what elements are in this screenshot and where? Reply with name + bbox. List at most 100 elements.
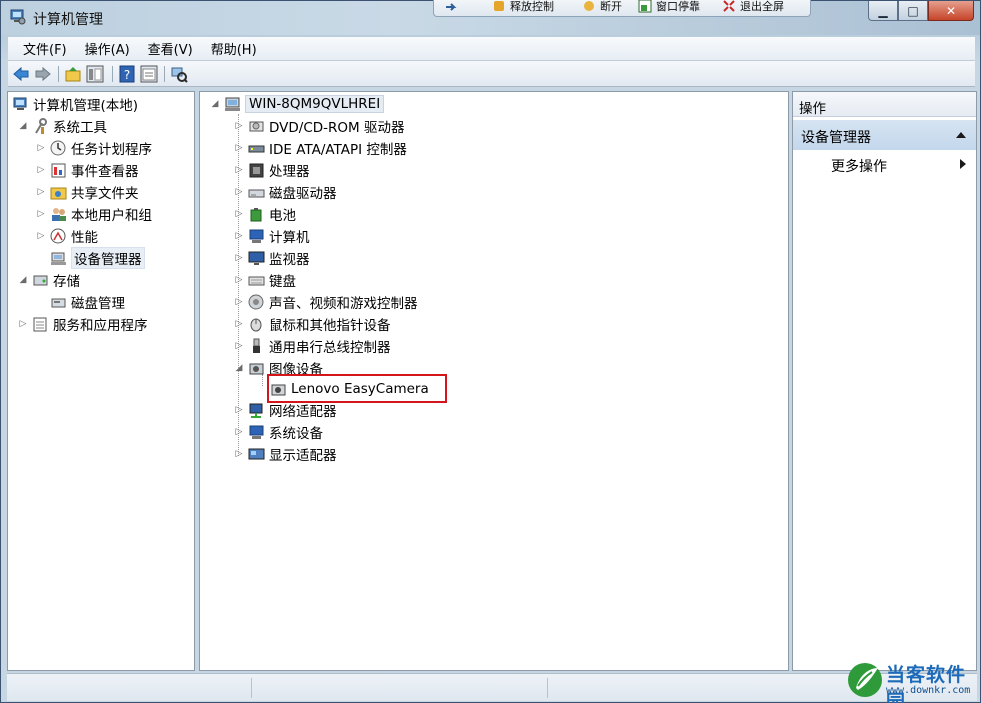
expand-arrow-icon[interactable]: ▷ [234,165,244,175]
forward-icon[interactable] [34,65,52,83]
title-bar[interactable]: 计算机管理 释放控制 断开 窗口停靠 退出全屏 ▁ □ ✕ [1,0,980,35]
close-button[interactable]: ✕ [928,1,974,21]
keyboard-icon [248,276,265,285]
collapse-arrow-icon[interactable]: ◢ [18,121,28,131]
disk-drive-icon [248,189,265,197]
usb-icon [253,338,260,353]
site-watermark: 当客软件园 www.downkr.com [846,658,981,703]
device-category-label: 声音、视频和游戏控制器 [269,296,418,312]
help-icon[interactable]: ? [118,65,136,83]
disconnect-button[interactable]: 断开 [582,0,622,14]
expand-arrow-icon[interactable]: ▷ [234,405,244,415]
tree-item-task-scheduler[interactable]: ▷ 任务计划程序 [36,138,152,158]
collapse-arrow-icon[interactable]: ◢ [18,275,28,285]
menu-file[interactable]: 文件(F) [14,39,76,58]
monitor-icon [248,251,265,265]
computer-management-window: 计算机管理 释放控制 断开 窗口停靠 退出全屏 ▁ □ ✕ 文件(F) 操作(A… [0,0,981,703]
more-actions-link[interactable]: 更多操作 [831,156,887,176]
watermark-url: www.downkr.com [886,685,971,696]
up-folder-icon[interactable] [64,65,82,83]
collapse-arrow-icon[interactable]: ◢ [210,99,220,109]
disk-management-icon [51,298,66,307]
system-tools-icon [35,117,47,134]
tree-root-computer-management[interactable]: 计算机管理(本地) [12,94,138,114]
device-tree-root[interactable]: ◢ WIN-8QM9QVLHREI [210,94,385,114]
device-category-dvd[interactable]: ▷ DVD/CD-ROM 驱动器 [234,116,405,136]
services-icon [33,317,47,331]
expand-arrow-icon[interactable]: ▷ [18,319,28,329]
minimize-button[interactable]: ▁ [868,1,898,21]
expand-arrow-icon[interactable]: ▷ [234,187,244,197]
expand-arrow-icon[interactable]: ▷ [234,275,244,285]
properties-icon[interactable] [140,65,158,83]
window-title: 计算机管理 [33,12,103,28]
expand-arrow-icon[interactable]: ▷ [234,253,244,263]
expand-arrow-icon[interactable]: ▷ [234,341,244,351]
expand-arrow-icon[interactable]: ▷ [234,209,244,219]
expand-arrow-icon[interactable]: ▷ [36,143,46,153]
device-category-battery[interactable]: ▷ 电池 [234,204,296,224]
release-control-button[interactable]: 释放控制 [492,0,554,14]
tree-item-performance[interactable]: ▷ 性能 [36,226,98,246]
collapse-arrow-icon[interactable]: ◢ [234,363,244,373]
pin-icon[interactable] [444,0,458,14]
tree-item-services-apps[interactable]: ▷ 服务和应用程序 [18,314,148,334]
maximize-button[interactable]: □ [898,1,928,21]
watermark-logo-icon [848,663,882,697]
device-category-label: 通用串行总线控制器 [269,340,391,356]
device-category-computer[interactable]: ▷ 计算机 [234,226,310,246]
highlight-annotation-box [267,374,447,403]
actions-pane: 操作 设备管理器 更多操作 [792,91,977,671]
window-dock-button[interactable]: 窗口停靠 [638,0,700,14]
tree-item-local-users[interactable]: ▷ 本地用户和组 [36,204,152,224]
device-category-label: 鼠标和其他指针设备 [269,318,391,334]
expand-arrow-icon[interactable]: ▷ [234,143,244,153]
tree-item-disk-management[interactable]: 磁盘管理 [36,292,125,312]
processor-icon [249,163,264,177]
back-icon[interactable] [12,65,30,83]
exit-fullscreen-button[interactable]: 退出全屏 [722,0,784,14]
scan-hardware-icon[interactable] [170,65,188,83]
device-category-processor[interactable]: ▷ 处理器 [234,160,310,180]
device-category-keyboard[interactable]: ▷ 键盘 [234,270,296,290]
device-category-system[interactable]: ▷ 系统设备 [234,422,323,442]
expand-arrow-icon[interactable]: ▷ [234,319,244,329]
menu-action[interactable]: 操作(A) [76,39,139,58]
expand-arrow-icon[interactable]: ▷ [234,427,244,437]
menu-view[interactable]: 查看(V) [139,39,202,58]
device-category-mouse[interactable]: ▷ 鼠标和其他指针设备 [234,314,391,334]
device-category-disk[interactable]: ▷ 磁盘驱动器 [234,182,337,202]
actions-section-device-manager[interactable]: 设备管理器 [793,120,976,150]
expand-arrow-icon[interactable]: ▷ [234,297,244,307]
device-category-display[interactable]: ▷ 显示适配器 [234,444,337,464]
tree-item-device-manager[interactable]: 设备管理器 [36,247,145,269]
tree-item-event-viewer[interactable]: ▷ 事件查看器 [36,160,139,180]
battery-icon [250,207,262,221]
tree-root-label: 计算机管理(本地) [33,98,139,114]
device-category-label: 网络适配器 [269,404,337,420]
tree-item-storage[interactable]: ◢ 存储 [18,270,80,290]
expand-arrow-icon[interactable]: ▷ [36,209,46,219]
submenu-arrow-icon[interactable] [960,159,966,169]
imaging-device-icon [249,363,264,374]
navigation-tree-pane[interactable]: 计算机管理(本地) ◢ 系统工具 ▷ 任务计划程序 ▷ 事件查看器 ▷ 共享文件… [7,91,195,671]
device-category-ide[interactable]: ▷ IDE ATA/ATAPI 控制器 [234,138,407,158]
disconnect-icon [584,1,594,11]
show-hide-tree-icon[interactable] [86,65,104,83]
expand-arrow-icon[interactable]: ▷ [234,121,244,131]
tree-item-shared-folders[interactable]: ▷ 共享文件夹 [36,182,139,202]
device-category-usb[interactable]: ▷ 通用串行总线控制器 [234,336,391,356]
menu-help[interactable]: 帮助(H) [202,39,266,58]
expand-arrow-icon[interactable]: ▷ [234,449,244,459]
device-category-sound[interactable]: ▷ 声音、视频和游戏控制器 [234,292,418,312]
expand-arrow-icon[interactable]: ▷ [234,231,244,241]
device-category-monitor[interactable]: ▷ 监视器 [234,248,310,268]
expand-arrow-icon[interactable]: ▷ [36,165,46,175]
device-category-network[interactable]: ▷ 网络适配器 [234,400,337,420]
tree-item-system-tools[interactable]: ◢ 系统工具 [18,116,107,136]
expand-arrow-icon[interactable]: ▷ [36,187,46,197]
expand-arrow-icon[interactable]: ▷ [36,231,46,241]
collapse-triangle-icon[interactable] [956,132,966,138]
tree-item-label: 系统工具 [53,120,107,136]
tree-item-label: 共享文件夹 [71,186,139,202]
